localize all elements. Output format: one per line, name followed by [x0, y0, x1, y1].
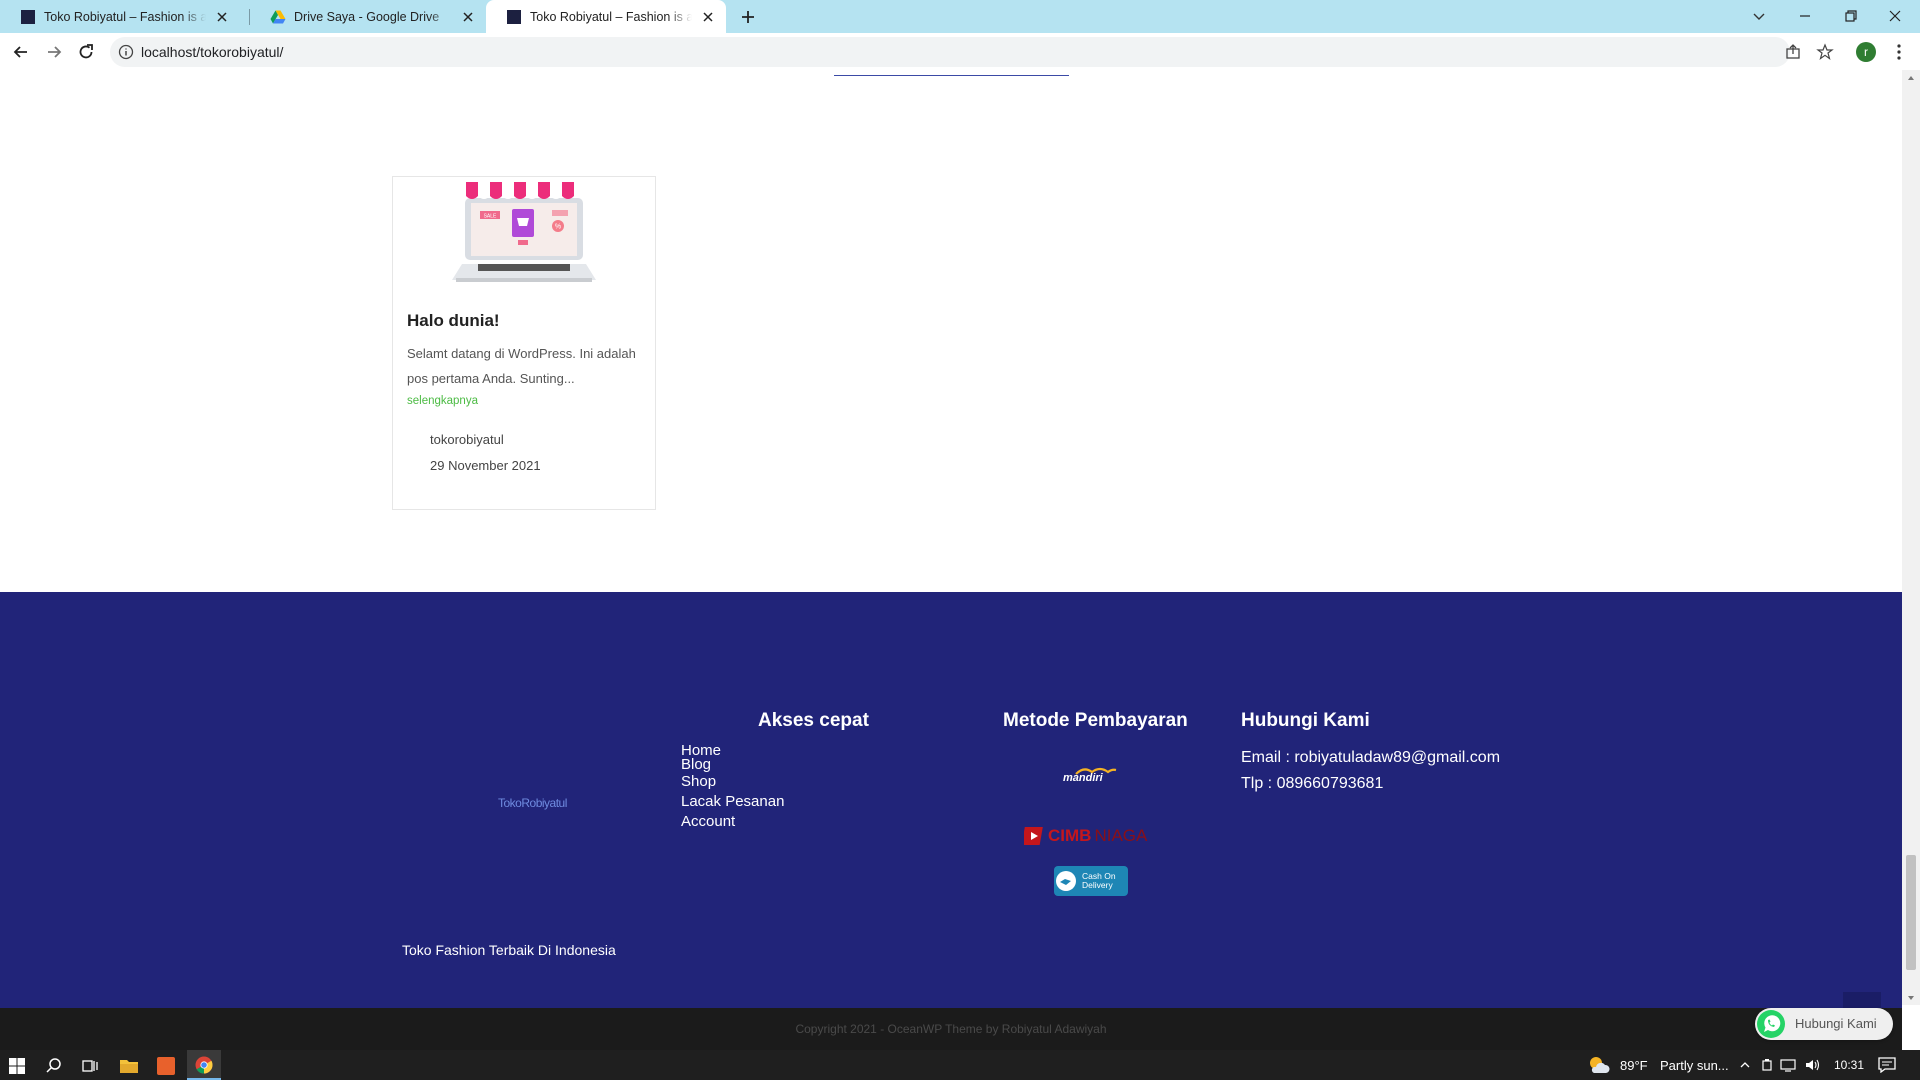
weather-temperature[interactable]: 89°F	[1620, 1058, 1648, 1073]
close-window-icon[interactable]	[1886, 7, 1904, 25]
post-date: 29 November 2021	[430, 458, 541, 473]
tab-title: Toko Robiyatul – Fashion is a style	[44, 9, 206, 24]
post-thumbnail-laptop-shop-image[interactable]: SALE %	[440, 178, 608, 286]
scroll-down-arrow-icon[interactable]	[1905, 993, 1917, 1003]
tab-title: Toko Robiyatul – Fashion is a style	[530, 9, 692, 24]
back-icon[interactable]	[11, 42, 31, 62]
post-author-link[interactable]: tokorobiyatul	[430, 432, 504, 447]
clock-time[interactable]: 10:31	[1834, 1058, 1864, 1072]
payment-methods-heading: Metode Pembayaran	[1003, 710, 1188, 731]
share-icon[interactable]	[1784, 43, 1802, 61]
cimb-niaga-logo: CIMB NIAGA	[1024, 825, 1147, 847]
close-tab-icon[interactable]	[460, 9, 476, 25]
section-underline	[834, 75, 1069, 76]
site-footer	[0, 592, 1902, 1008]
quick-links-heading: Akses cepat	[758, 710, 869, 731]
volume-icon[interactable]	[1804, 1057, 1820, 1073]
footer-tagline: Toko Fashion Terbaik Di Indonesia	[402, 942, 616, 958]
address-bar[interactable]	[110, 37, 1790, 67]
tab-2[interactable]: Drive Saya - Google Drive	[250, 0, 486, 33]
site-info-icon[interactable]	[118, 44, 134, 60]
windows-start-icon[interactable]	[9, 1058, 25, 1074]
network-icon[interactable]	[1780, 1057, 1796, 1073]
reload-icon[interactable]	[76, 42, 96, 62]
task-view-icon[interactable]	[81, 1057, 99, 1075]
bookmark-star-icon[interactable]	[1816, 43, 1834, 61]
url-text[interactable]: localhost/tokorobiyatul/	[141, 44, 283, 60]
chrome-icon[interactable]	[195, 1056, 213, 1074]
footer-logo[interactable]: TokoRobiyatul	[498, 796, 567, 810]
contact-heading: Hubungi Kami	[1241, 710, 1370, 731]
tab-search-chevron-icon[interactable]	[1750, 7, 1768, 25]
contact-email: Email : robiyatuladaw89@gmail.com	[1241, 749, 1501, 766]
mandiri-logo-text: mandiri	[1063, 772, 1103, 784]
cod-text: Cash On Delivery	[1082, 872, 1116, 890]
forward-icon[interactable]	[44, 42, 64, 62]
show-hidden-icons-chevron-icon[interactable]	[1738, 1058, 1752, 1072]
whatsapp-icon[interactable]	[1756, 1009, 1786, 1039]
close-tab-icon[interactable]	[700, 9, 716, 25]
niaga-text: NIAGA	[1094, 826, 1148, 845]
sale-label: SALE	[484, 214, 497, 220]
google-drive-icon	[270, 10, 286, 23]
scrollbar-thumb[interactable]	[1906, 855, 1916, 970]
site-favicon-icon	[21, 9, 35, 24]
whatsapp-button-label[interactable]: Hubungi Kami	[1795, 1016, 1877, 1031]
xampp-app-icon[interactable]	[157, 1057, 175, 1075]
close-tab-icon[interactable]	[214, 9, 230, 25]
new-tab-icon[interactable]	[738, 7, 758, 27]
menu-kebab-icon[interactable]	[1890, 42, 1908, 62]
footer-link-shop[interactable]: Shop	[681, 773, 716, 790]
footer-link-account[interactable]: Account	[681, 813, 735, 830]
battery-icon[interactable]	[1760, 1058, 1774, 1072]
footer-link-lacak-pesanan[interactable]: Lacak Pesanan	[681, 793, 784, 810]
weather-partly-sunny-icon[interactable]	[1588, 1055, 1610, 1075]
tab-title: Drive Saya - Google Drive	[294, 9, 440, 24]
percent-label: %	[555, 224, 561, 231]
copyright-text: Copyright 2021 - OceanWP Theme by Robiya…	[795, 1022, 1107, 1036]
cash-on-delivery-logo: Cash On Delivery	[1054, 866, 1128, 896]
profile-avatar[interactable]: r	[1856, 42, 1876, 62]
read-more-link[interactable]: selengkapnya	[407, 395, 478, 407]
site-favicon-icon	[507, 9, 521, 24]
footer-link-blog[interactable]: Blog	[681, 756, 711, 773]
post-excerpt: Selamt datang di WordPress. Ini adalah p…	[407, 346, 636, 386]
delivery-icon	[1056, 871, 1076, 891]
weather-condition[interactable]: Partly sun...	[1660, 1058, 1729, 1073]
cimb-text: CIMB	[1048, 826, 1092, 845]
search-icon[interactable]	[45, 1057, 63, 1075]
restore-icon[interactable]	[1842, 7, 1860, 25]
contact-phone: Tlp : 089660793681	[1241, 775, 1384, 792]
tab-1[interactable]: Toko Robiyatul – Fashion is a style	[0, 0, 240, 33]
cod-text-line-2: Delivery	[1082, 880, 1113, 890]
tab-3-active[interactable]: Toko Robiyatul – Fashion is a style	[486, 0, 726, 33]
file-explorer-icon[interactable]	[119, 1057, 139, 1075]
minimize-icon[interactable]	[1796, 7, 1814, 25]
cimb-logo-icon	[1024, 827, 1043, 845]
scroll-up-arrow-icon[interactable]	[1905, 73, 1917, 83]
post-title-link[interactable]: Halo dunia!	[407, 311, 500, 331]
notification-center-icon[interactable]	[1878, 1057, 1896, 1073]
mandiri-logo: mandiri	[1062, 764, 1122, 786]
